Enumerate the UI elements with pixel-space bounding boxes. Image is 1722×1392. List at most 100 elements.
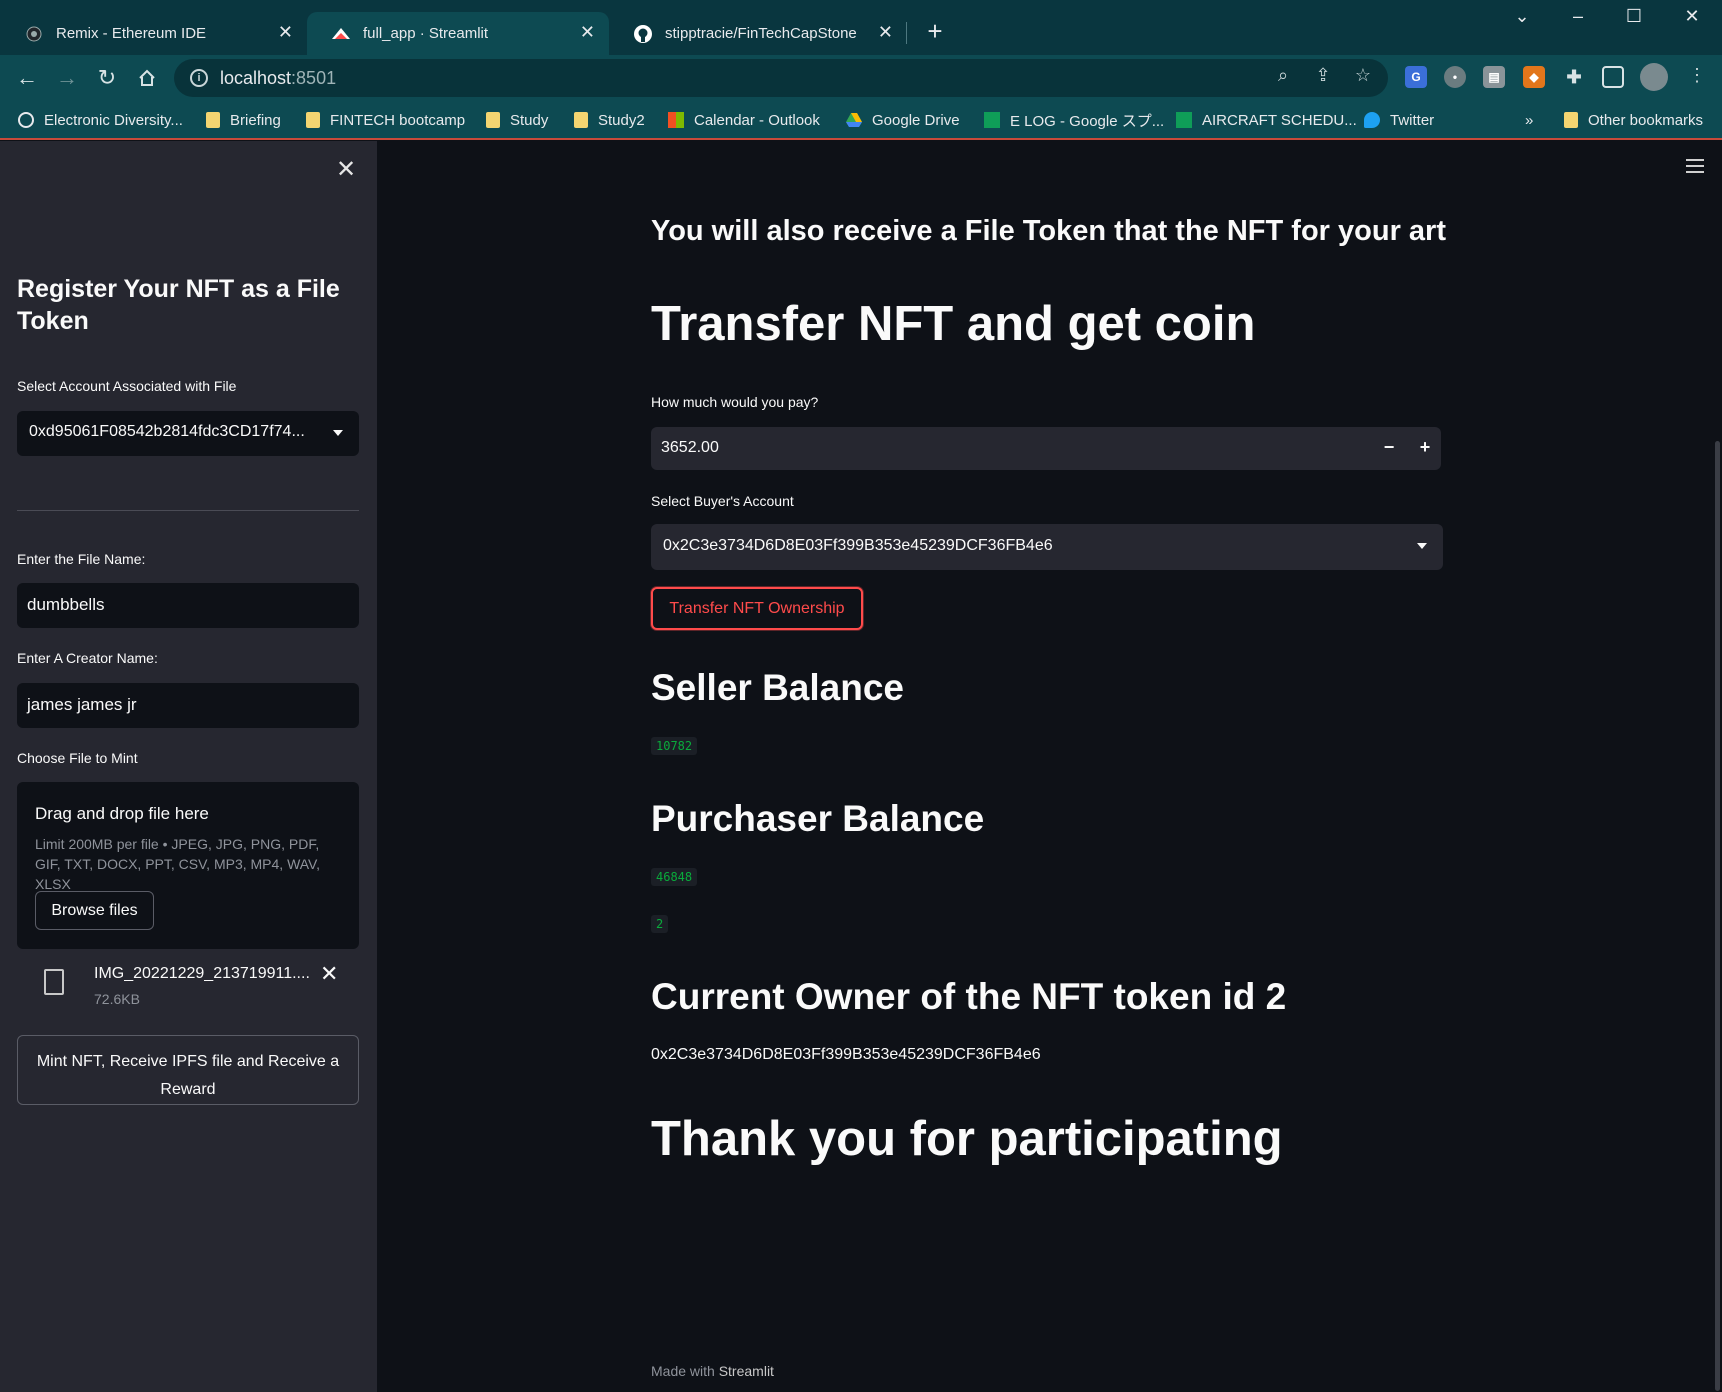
decrement-button[interactable]: − xyxy=(1379,437,1399,458)
metamask-extension-icon[interactable]: ◆ xyxy=(1523,66,1545,88)
tab-title: stipptracie/FinTechCapStone xyxy=(665,25,857,42)
twitter-icon xyxy=(1364,112,1380,128)
drive-icon xyxy=(846,112,862,128)
forward-icon[interactable]: → xyxy=(52,63,82,93)
home-icon[interactable] xyxy=(132,63,162,93)
close-tab-icon[interactable]: ✕ xyxy=(278,22,293,43)
choose-file-label: Choose File to Mint xyxy=(17,750,138,766)
extensions-puzzle-icon[interactable]: ✚ xyxy=(1563,66,1585,88)
tab-search-chevron-icon[interactable]: ⌄ xyxy=(1502,6,1542,27)
sidebar: ✕ Register Your NFT as a File Token Sele… xyxy=(0,141,377,1392)
scrollbar[interactable] xyxy=(1712,141,1722,1392)
profile-avatar[interactable] xyxy=(1640,63,1668,91)
browser-toolbar: ← → ↻ i localhost:8501 ⌕ ⇪ ☆ G • ▤ ◆ ✚ ⋮ xyxy=(0,55,1722,101)
current-owner-address: 0x2C3e3734D6D8E03Ff399B353e45239DCF36FB4… xyxy=(651,1046,1041,1063)
account-select-value: 0xd95061F08542b2814fdc3CD17f74... xyxy=(29,423,305,440)
maximize-icon[interactable]: ☐ xyxy=(1614,6,1654,27)
seller-balance-value: 10782 xyxy=(651,737,698,755)
increment-button[interactable]: + xyxy=(1415,437,1435,458)
tab-strip: Remix - Ethereum IDE ✕ full_app · Stream… xyxy=(0,0,1722,55)
buyer-account-select[interactable]: 0x2C3e3734D6D8E03Ff399B353e45239DCF36FB4… xyxy=(651,524,1443,570)
share-icon[interactable]: ⇪ xyxy=(1312,64,1334,86)
current-owner-heading: Current Owner of the NFT token id 2 xyxy=(651,976,1287,1017)
printer-extension-icon[interactable]: ▤ xyxy=(1483,66,1505,88)
transfer-title: Transfer NFT and get coin xyxy=(651,297,1256,351)
uploaded-file-size: 72.6KB xyxy=(94,991,140,1007)
globe-icon xyxy=(18,112,34,128)
tab-github[interactable]: stipptracie/FinTechCapStone ✕ xyxy=(609,12,907,55)
purchaser-balance-heading: Purchaser Balance xyxy=(651,798,985,839)
other-bookmarks[interactable]: Other bookmarks xyxy=(1564,109,1703,131)
close-tab-icon[interactable]: ✕ xyxy=(878,22,893,43)
streamlit-link[interactable]: Streamlit xyxy=(719,1363,774,1379)
file-dropzone[interactable]: Drag and drop file here Limit 200MB per … xyxy=(17,782,359,949)
bookmark-twitter[interactable]: Twitter xyxy=(1364,109,1434,131)
creator-name-input[interactable]: james james jr xyxy=(17,683,359,728)
token-count-value: 2 xyxy=(651,915,669,933)
folder-icon xyxy=(306,112,320,128)
folder-icon xyxy=(574,112,588,128)
bookmark-fintech-bootcamp[interactable]: FINTECH bootcamp xyxy=(306,109,465,131)
sheets-icon xyxy=(1176,112,1192,128)
folder-icon xyxy=(486,112,500,128)
bookmark-electronic-diversity[interactable]: Electronic Diversity... xyxy=(18,109,183,131)
url-text: localhost:8501 xyxy=(220,67,337,88)
window-close-icon[interactable]: ✕ xyxy=(1672,6,1712,27)
tab-streamlit[interactable]: full_app · Streamlit ✕ xyxy=(307,12,609,55)
uploaded-file-name: IMG_20221229_213719911.... xyxy=(94,965,310,982)
scrollbar-thumb[interactable] xyxy=(1715,441,1720,1391)
tab-remix[interactable]: Remix - Ethereum IDE ✕ xyxy=(0,12,307,55)
tab-title: Remix - Ethereum IDE xyxy=(56,25,207,42)
seller-balance-heading: Seller Balance xyxy=(651,667,904,708)
bookmarks-overflow-button[interactable]: » xyxy=(1525,109,1533,131)
bookmark-calendar-outlook[interactable]: Calendar - Outlook xyxy=(668,109,820,131)
outlook-icon xyxy=(668,112,684,128)
mint-nft-button[interactable]: Mint NFT, Receive IPFS file and Receive … xyxy=(17,1035,359,1105)
back-icon[interactable]: ← xyxy=(12,63,42,93)
menu-kebab-icon[interactable]: ⋮ xyxy=(1686,64,1708,86)
tab-title: full_app · Streamlit xyxy=(363,25,489,42)
github-icon xyxy=(633,24,653,44)
pay-amount-input[interactable]: 3652.00 − + xyxy=(651,427,1441,470)
chat-extension-icon[interactable]: • xyxy=(1444,66,1466,88)
folder-icon xyxy=(206,112,220,128)
bookmark-google-drive[interactable]: Google Drive xyxy=(846,109,960,131)
bookmark-briefing[interactable]: Briefing xyxy=(206,109,281,131)
thank-you-heading: Thank you for participating xyxy=(651,1112,1283,1166)
file-name-input[interactable]: dumbbells xyxy=(17,583,359,628)
account-select[interactable]: 0xd95061F08542b2814fdc3CD17f74... xyxy=(17,411,359,456)
folder-icon xyxy=(1564,112,1578,128)
purchaser-balance-value: 46848 xyxy=(651,868,698,886)
bookmark-e-log[interactable]: E LOG - Google スプ... xyxy=(984,109,1164,131)
remove-file-icon[interactable]: ✕ xyxy=(320,961,338,987)
sidebar-title: Register Your NFT as a File Token xyxy=(17,275,340,335)
close-sidebar-icon[interactable]: ✕ xyxy=(336,155,356,184)
hamburger-menu-icon[interactable] xyxy=(1686,159,1704,177)
browse-files-button[interactable]: Browse files xyxy=(35,891,154,930)
sidebar-divider xyxy=(17,510,359,511)
translate-extension-icon[interactable]: G xyxy=(1405,66,1427,88)
address-bar[interactable]: i localhost:8501 xyxy=(174,59,1388,97)
minimize-icon[interactable]: – xyxy=(1558,6,1598,27)
chevron-down-icon xyxy=(1417,543,1427,549)
sheets-icon xyxy=(984,112,1000,128)
transfer-nft-button[interactable]: Transfer NFT Ownership xyxy=(651,587,863,630)
dropzone-title: Drag and drop file here xyxy=(35,804,209,823)
new-tab-icon[interactable]: + xyxy=(922,16,948,46)
zoom-icon[interactable]: ⌕ xyxy=(1272,64,1294,86)
browser-window: Remix - Ethereum IDE ✕ full_app · Stream… xyxy=(0,0,1722,1392)
site-info-icon[interactable]: i xyxy=(190,69,208,87)
buyer-account-label: Select Buyer's Account xyxy=(651,493,794,509)
footer: Made with Streamlit xyxy=(651,1363,774,1379)
side-panel-icon[interactable] xyxy=(1602,66,1624,88)
reload-icon[interactable]: ↻ xyxy=(92,63,122,93)
file-name-label: Enter the File Name: xyxy=(17,551,146,567)
bookmark-star-icon[interactable]: ☆ xyxy=(1352,64,1374,86)
close-tab-icon[interactable]: ✕ xyxy=(580,22,595,43)
file-icon xyxy=(44,969,64,995)
bookmark-study2[interactable]: Study2 xyxy=(574,109,645,131)
bookmark-aircraft-schedule[interactable]: AIRCRAFT SCHEDU... xyxy=(1176,109,1357,131)
footer-prefix: Made with xyxy=(651,1363,715,1379)
tab-separator xyxy=(906,22,907,44)
bookmark-study[interactable]: Study xyxy=(486,109,548,131)
